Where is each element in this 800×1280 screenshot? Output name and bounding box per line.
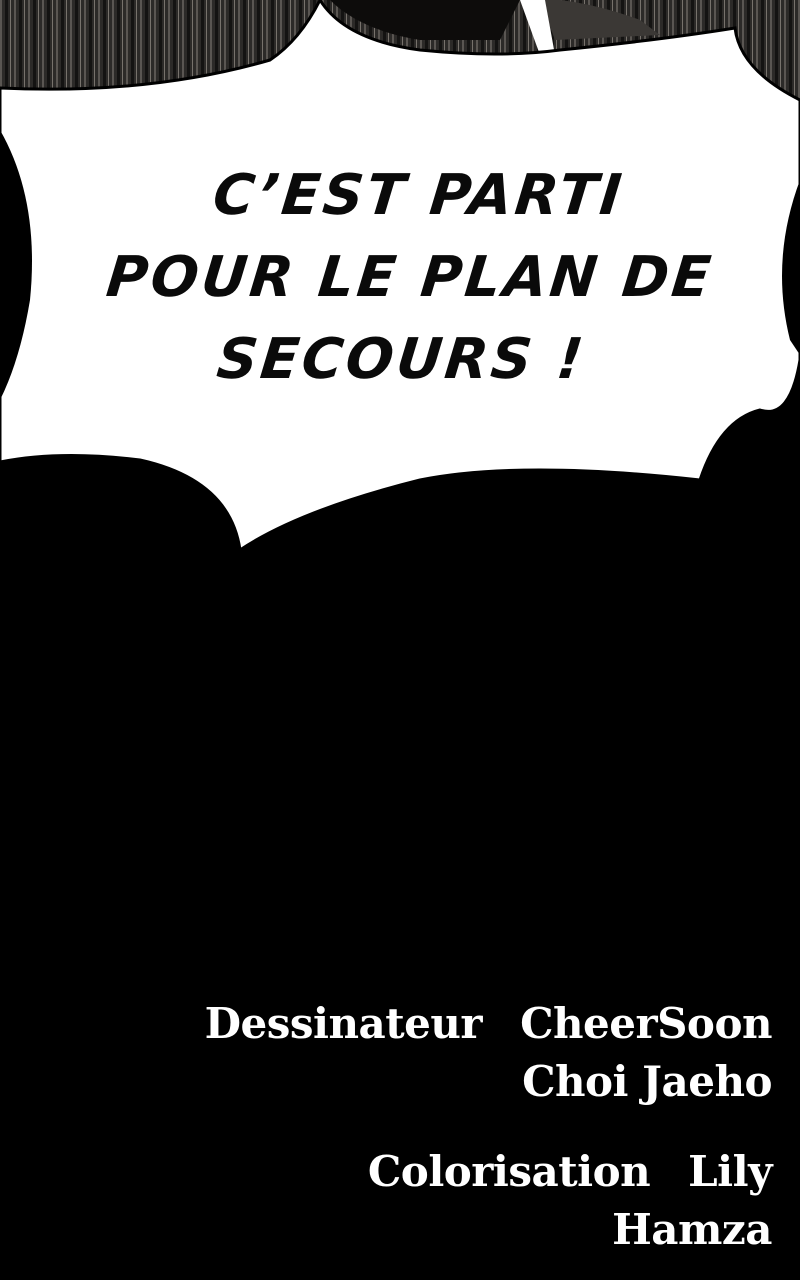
credit-name: CheerSoon bbox=[520, 999, 772, 1048]
credit-name: Hamza bbox=[612, 1205, 772, 1254]
comic-panel: C’EST PARTI POUR LE PLAN DE SECOURS ! De… bbox=[0, 0, 800, 1280]
credit-name: Lily bbox=[688, 1147, 772, 1196]
coloring-credit: Colorisation Lily Hamza bbox=[367, 1143, 773, 1259]
credit-role: Colorisation bbox=[367, 1147, 651, 1196]
artist-credit: Dessinateur CheerSoon Choi Jaeho bbox=[204, 995, 773, 1111]
credit-name: Choi Jaeho bbox=[522, 1057, 772, 1106]
speech-line: C’EST PARTI bbox=[209, 163, 628, 228]
speech-line: POUR LE PLAN DE bbox=[103, 245, 717, 310]
credit-role: Dessinateur bbox=[204, 999, 483, 1048]
speech-line: SECOURS ! bbox=[213, 327, 589, 392]
speech-bubble-text: C’EST PARTI POUR LE PLAN DE SECOURS ! bbox=[47, 155, 773, 401]
